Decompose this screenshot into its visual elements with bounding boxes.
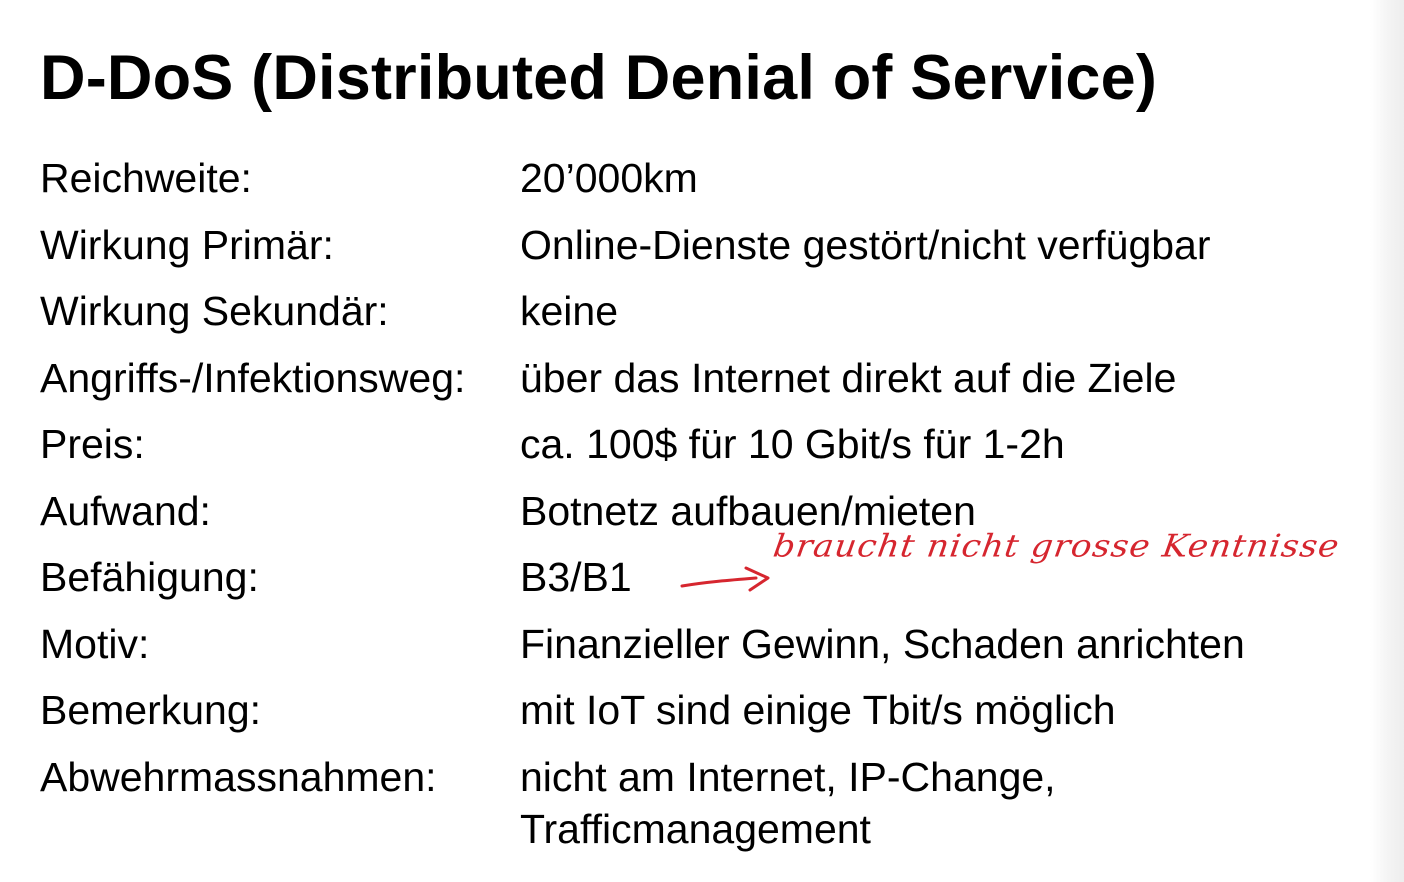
property-value: 20’000km bbox=[520, 155, 698, 201]
property-label: Befähigung: bbox=[40, 554, 259, 600]
property-value: nicht am Internet, IP-Change, Trafficman… bbox=[520, 753, 1056, 852]
property-row-preis: Preis: ca. 100$ für 10 Gbit/s für 1-2h bbox=[40, 414, 1380, 481]
property-row-motiv: Motiv: Finanzieller Gewinn, Schaden anri… bbox=[40, 614, 1380, 681]
property-label: Preis: bbox=[40, 421, 145, 467]
property-list: Reichweite: 20’000km Wirkung Primär: Onl… bbox=[40, 148, 1380, 852]
property-label: Wirkung Primär: bbox=[40, 221, 334, 268]
property-value: über das Internet direkt auf die Ziele bbox=[520, 354, 1177, 401]
property-row-abwehrmassnahmen: Abwehrmassnahmen: nicht am Internet, IP-… bbox=[40, 747, 1380, 852]
handwritten-annotation: braucht nicht grosse Kentnisse bbox=[676, 520, 1396, 610]
property-label: Motiv: bbox=[40, 620, 150, 667]
property-value: B3/B1 bbox=[520, 554, 632, 600]
property-label: Bemerkung: bbox=[40, 687, 262, 733]
property-label: Angriffs-/Infektionsweg: bbox=[40, 354, 466, 401]
property-value: Finanzieller Gewinn, Schaden anrichten bbox=[520, 620, 1245, 667]
property-label: Aufwand: bbox=[40, 487, 211, 534]
handwritten-note-text: braucht nicht grosse Kentnisse bbox=[770, 528, 1343, 565]
property-row-wirkung-primaer: Wirkung Primär: Online-Dienste gestört/n… bbox=[40, 215, 1380, 282]
property-row-bemerkung: Bemerkung: mit IoT sind einige Tbit/s mö… bbox=[40, 680, 1380, 747]
slide-title: D-DoS (Distributed Denial of Service) bbox=[40, 43, 1158, 113]
arrow-right-icon bbox=[680, 566, 770, 592]
property-label: Wirkung Sekundär: bbox=[40, 288, 389, 334]
property-row-angriffsweg: Angriffs-/Infektionsweg: über das Intern… bbox=[40, 348, 1380, 415]
property-label: Reichweite: bbox=[40, 155, 252, 201]
property-row-reichweite: Reichweite: 20’000km bbox=[40, 148, 1380, 215]
property-value: keine bbox=[520, 288, 619, 334]
property-value: ca. 100$ für 10 Gbit/s für 1-2h bbox=[520, 421, 1065, 467]
property-value: Online-Dienste gestört/nicht verfügbar bbox=[520, 221, 1211, 268]
slide: D-DoS (Distributed Denial of Service) Re… bbox=[0, 0, 1404, 882]
property-label: Abwehrmassnahmen: bbox=[40, 753, 437, 800]
property-value: mit IoT sind einige Tbit/s möglich bbox=[520, 687, 1116, 733]
property-row-wirkung-sekundaer: Wirkung Sekundär: keine bbox=[40, 281, 1380, 348]
